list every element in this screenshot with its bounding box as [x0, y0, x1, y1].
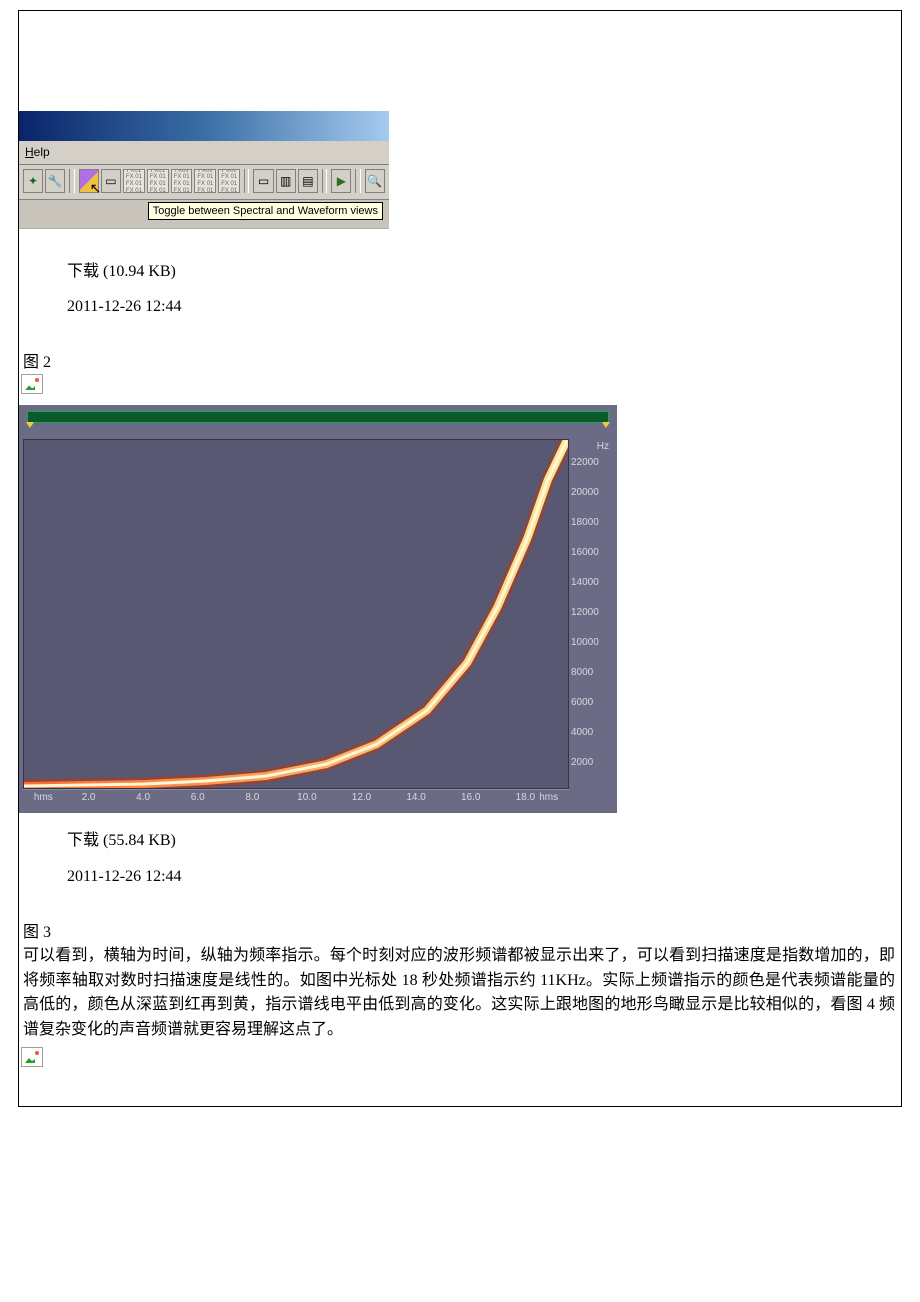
caption-fig3: 下载 (55.84 KB) 2011-12-26 12:44	[19, 813, 901, 893]
menu-bar: Help	[19, 141, 389, 165]
y-tick: 10000	[571, 637, 599, 648]
y-tick: 18000	[571, 517, 599, 528]
window-titlebar	[19, 111, 389, 141]
fx-preset-button-1[interactable]: FX01 FX 01 FX 01 FX 01	[123, 169, 145, 193]
toolbar-separator	[355, 169, 360, 193]
fx-preset-button-3[interactable]: FX01 FX 01 FX 01 FX 01	[171, 169, 193, 193]
tree-icon: ✦	[28, 175, 38, 187]
fx-preset-button-5[interactable]: FX01 FX 01 FX 01 FX 01	[218, 169, 240, 193]
y-tick: 14000	[571, 577, 599, 588]
toggle-spectral-waveform-button[interactable]: ↖	[79, 169, 99, 193]
toolbar-screenshot: Help ✦ 🔧 ↖ ▭ FX01 FX 01 FX 01 FX 01 FX01…	[19, 111, 389, 244]
fx-label: FX01 FX 01 FX 01 FX 01	[172, 169, 192, 193]
page-frame: Help ✦ 🔧 ↖ ▭ FX01 FX 01 FX 01 FX 01 FX01…	[18, 10, 902, 1107]
x-tick: 16.0	[461, 792, 480, 803]
x-tick: 12.0	[352, 792, 371, 803]
toolbar-separator	[322, 169, 327, 193]
spectrogram-screenshot: Hz 22000 20000 18000 16000 14000 12000 1…	[19, 405, 617, 813]
spectrogram-y-axis: Hz 22000 20000 18000 16000 14000 12000 1…	[569, 439, 613, 789]
caption-fig2: 下载 (10.94 KB) 2011-12-26 12:44	[19, 244, 901, 324]
x-tick: 4.0	[136, 792, 150, 803]
sweep-curve	[24, 440, 568, 788]
fx-label: FX01 FX 01 FX 01 FX 01	[124, 169, 144, 193]
window-icon: ▥	[280, 175, 291, 187]
fx-label: FX01 FX 01 FX 01 FX 01	[195, 169, 215, 193]
panel-button-3[interactable]: ▤	[298, 169, 318, 193]
magnifier-icon: 🔍	[367, 175, 382, 187]
x-right-label: hms	[539, 792, 558, 803]
wrench-icon: 🔧	[48, 175, 63, 187]
y-tick: 8000	[571, 667, 593, 678]
tool-button-2[interactable]: 🔧	[45, 169, 65, 193]
window-icon: ▭	[258, 175, 269, 187]
figure-label-2: 图 2	[19, 324, 901, 372]
download-link[interactable]: 下载 (55.84 KB)	[67, 823, 901, 858]
toolbar-separator	[69, 169, 74, 193]
y-tick: 6000	[571, 697, 593, 708]
x-axis-inner: hms 2.0 4.0 6.0 8.0 10.0 12.0 14.0 16.0 …	[23, 789, 569, 807]
fx-label: FX01 FX 01 FX 01 FX 01	[148, 169, 168, 193]
toolbar-separator	[244, 169, 249, 193]
x-tick: 2.0	[82, 792, 96, 803]
x-left-label: hms	[34, 792, 53, 803]
timestamp: 2011-12-26 12:44	[67, 289, 901, 324]
download-link[interactable]: 下载 (10.94 KB)	[67, 254, 901, 289]
mouse-cursor-icon: ↖	[90, 181, 102, 198]
status-strip: Toggle between Spectral and Waveform vie…	[19, 200, 389, 228]
spectrogram-body: Hz 22000 20000 18000 16000 14000 12000 1…	[19, 435, 617, 789]
spectrogram-overview-bar	[19, 405, 617, 435]
figure-label-3: 图 3	[19, 894, 901, 942]
y-tick: 4000	[571, 727, 593, 738]
play-icon: ▶	[337, 175, 346, 187]
fx-preset-button-2[interactable]: FX01 FX 01 FX 01 FX 01	[147, 169, 169, 193]
y-tick: 2000	[571, 757, 593, 768]
tool-button-check[interactable]: ▭	[101, 169, 121, 193]
menu-help-hotkey[interactable]: H	[25, 145, 34, 159]
broken-image-icon	[21, 374, 43, 394]
menu-help-rest[interactable]: elp	[34, 145, 50, 159]
blank-strip	[19, 228, 389, 244]
y-tick: 16000	[571, 547, 599, 558]
zoom-button[interactable]: 🔍	[365, 169, 385, 193]
panel-button-2[interactable]: ▥	[276, 169, 296, 193]
x-tick: 6.0	[191, 792, 205, 803]
fx-label: FX01 FX 01 FX 01 FX 01	[219, 169, 239, 193]
x-axis-spacer	[569, 789, 613, 807]
tool-button-1[interactable]: ✦	[23, 169, 43, 193]
check-icon: ▭	[105, 175, 116, 187]
x-tick: 18.0	[516, 792, 535, 803]
spectrogram-x-axis: hms 2.0 4.0 6.0 8.0 10.0 12.0 14.0 16.0 …	[19, 789, 617, 813]
hz-label: Hz	[597, 441, 609, 452]
y-tick: 22000	[571, 457, 599, 468]
x-tick: 8.0	[245, 792, 259, 803]
timestamp: 2011-12-26 12:44	[67, 859, 901, 894]
fx-preset-button-4[interactable]: FX01 FX 01 FX 01 FX 01	[194, 169, 216, 193]
broken-image-icon	[21, 1047, 43, 1067]
panel-button-1[interactable]: ▭	[253, 169, 273, 193]
x-tick: 10.0	[297, 792, 316, 803]
overview-range[interactable]	[27, 411, 609, 423]
play-button[interactable]: ▶	[331, 169, 351, 193]
content: Help ✦ 🔧 ↖ ▭ FX01 FX 01 FX 01 FX 01 FX01…	[19, 111, 901, 1106]
body-paragraph: 可以看到，横轴为时间，纵轴为频率指示。每个时刻对应的波形频谱都被显示出来了，可以…	[19, 942, 901, 1043]
x-tick: 14.0	[406, 792, 425, 803]
toolbar-row: ✦ 🔧 ↖ ▭ FX01 FX 01 FX 01 FX 01 FX01 FX 0…	[19, 165, 389, 200]
y-tick: 12000	[571, 607, 599, 618]
tooltip: Toggle between Spectral and Waveform vie…	[148, 202, 383, 220]
window-icon: ▤	[302, 175, 313, 187]
spectrogram-plot[interactable]	[23, 439, 569, 789]
y-tick: 20000	[571, 487, 599, 498]
